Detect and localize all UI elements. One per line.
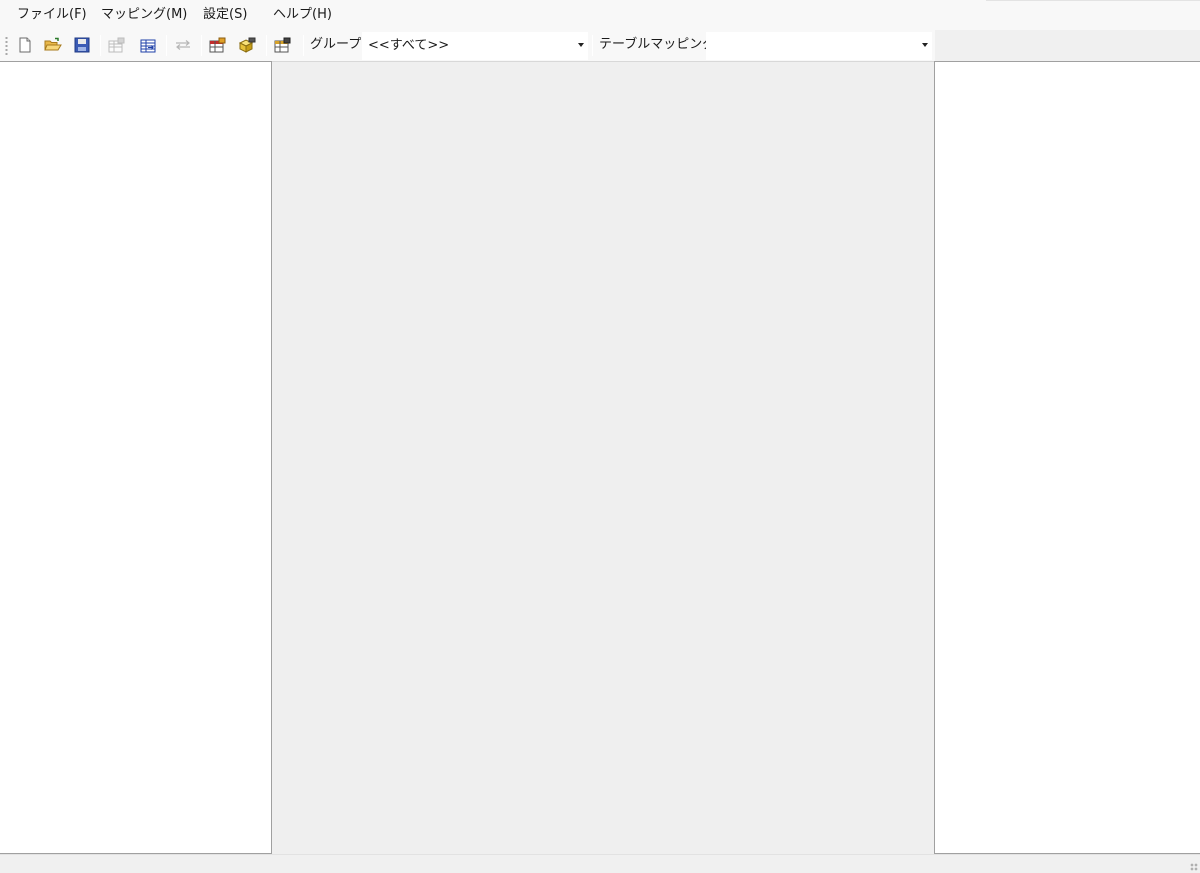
table-properties-icon — [108, 37, 126, 53]
yellow-box-icon — [238, 37, 256, 53]
toolbar-separator — [166, 35, 167, 56]
table-mapping-icon — [139, 37, 157, 53]
menu-file[interactable]: ファイル(F) — [15, 6, 89, 24]
new-button[interactable] — [14, 34, 36, 56]
toolbar-separator — [201, 35, 202, 56]
app-window: ファイル(F) マッピング(M) 設定(S) ヘルプ(H) グループ テーブルマ… — [0, 0, 1200, 873]
table-mapping-select[interactable] — [706, 32, 932, 60]
menubar-edge — [986, 0, 1200, 1]
table-settings-button[interactable] — [272, 34, 294, 56]
table-properties-button[interactable] — [106, 34, 128, 56]
toolbar-grip[interactable] — [5, 36, 8, 55]
link-button[interactable] — [172, 34, 194, 56]
table-edit-button[interactable] — [207, 34, 229, 56]
table-mapping-label: テーブルマッピング — [599, 37, 716, 52]
toolbar-separator — [592, 35, 593, 56]
center-pane[interactable] — [272, 61, 935, 854]
table-mapping-button[interactable] — [137, 34, 159, 56]
resize-grip-icon[interactable] — [1190, 863, 1198, 871]
toolbar-separator — [303, 35, 304, 56]
left-pane[interactable] — [0, 61, 272, 854]
menu-help[interactable]: ヘルプ(H) — [271, 6, 334, 24]
group-select-value: <<すべて>> — [368, 38, 450, 53]
yellow-box-button[interactable] — [236, 34, 258, 56]
table-settings-icon — [274, 37, 292, 53]
menu-bar: ファイル(F) マッピング(M) 設定(S) ヘルプ(H) — [0, 0, 1200, 30]
chevron-down-icon[interactable] — [578, 43, 584, 47]
new-file-icon — [17, 37, 33, 53]
status-bar — [0, 854, 1200, 873]
menu-mapping[interactable]: マッピング(M) — [99, 6, 189, 24]
toolbar-separator — [266, 35, 267, 56]
open-folder-icon — [44, 37, 62, 53]
open-button[interactable] — [42, 34, 64, 56]
toolbar-separator — [100, 35, 101, 56]
group-select[interactable]: <<すべて>> — [362, 32, 588, 60]
menu-settings[interactable]: 設定(S) — [201, 6, 249, 24]
table-edit-icon — [209, 37, 227, 53]
link-arrows-icon — [174, 37, 192, 53]
save-icon — [74, 37, 90, 53]
group-label: グループ — [310, 37, 362, 52]
save-button[interactable] — [71, 34, 93, 56]
right-pane[interactable] — [934, 61, 1200, 854]
chevron-down-icon[interactable] — [922, 43, 928, 47]
